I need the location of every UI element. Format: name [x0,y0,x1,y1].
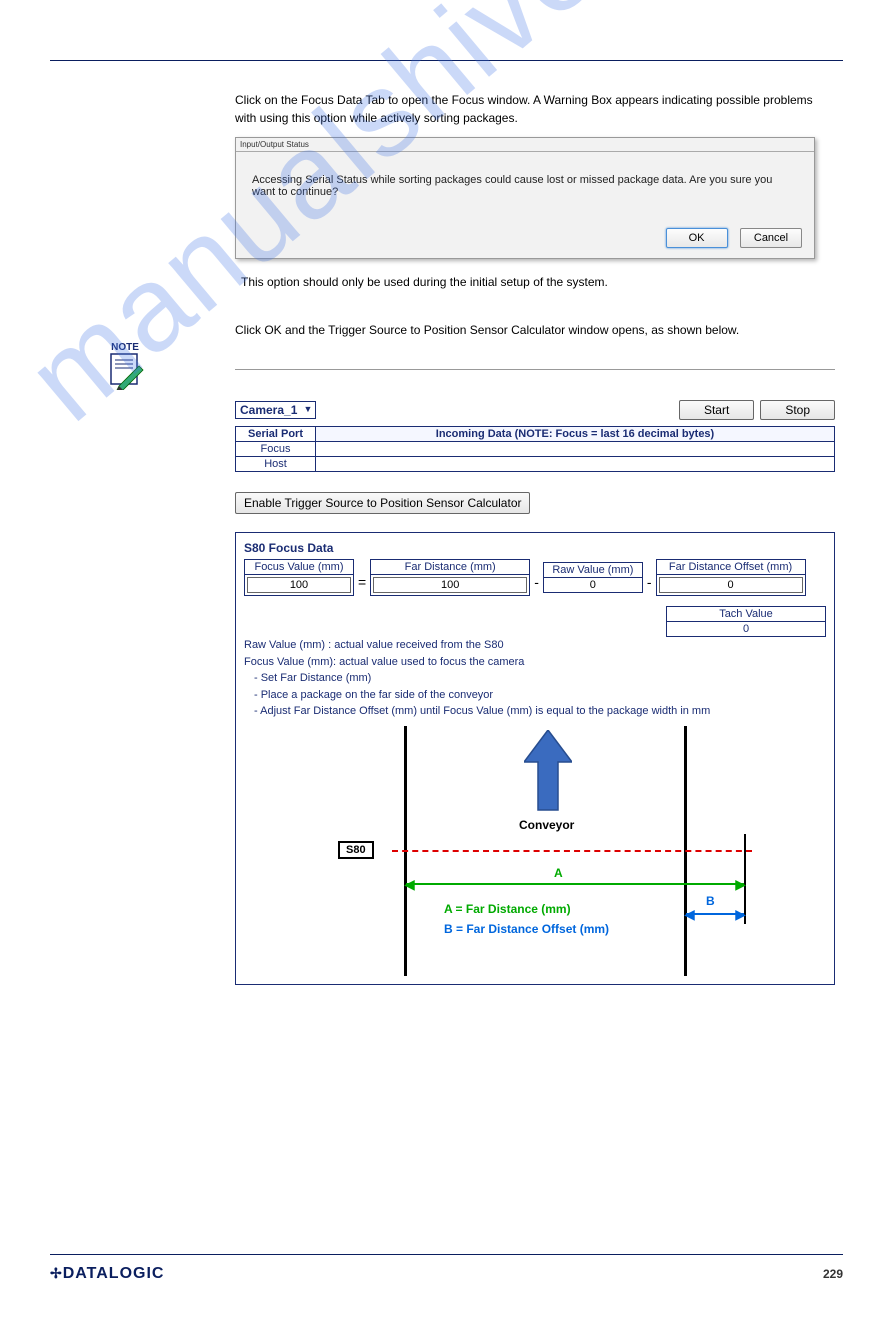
a-dimension-line: ◀▶ [406,878,744,890]
instr-sub2: - Place a package on the far side of the… [254,687,826,704]
page-number: 229 [823,1267,843,1281]
instr-line1: Raw Value (mm) : actual value received f… [244,637,826,654]
row-focus-value [316,442,835,457]
start-button[interactable]: Start [679,400,754,420]
dialog-title-strip: Input/Output Status [236,138,814,152]
row-focus-label: Focus [236,442,316,457]
dialog-body-text: Accessing Serial Status while sorting pa… [236,152,814,220]
row-host-value [316,457,835,472]
enable-trigger-button[interactable]: Enable Trigger Source to Position Sensor… [235,492,530,514]
note-text: This option should only be used during t… [235,273,835,291]
serial-port-header: Serial Port [236,427,316,442]
tach-value: 0 [667,622,825,636]
equals-op: = [356,574,368,590]
raw-value-label: Raw Value (mm) [544,563,642,578]
row-host-label: Host [236,457,316,472]
tach-label: Tach Value [667,607,825,622]
far-distance-label: Far Distance (mm) [371,560,529,575]
arrow-up-icon [524,730,572,821]
conveyor-label: Conveyor [519,818,574,832]
ok-button[interactable]: OK [666,228,728,248]
sensor-line [392,850,752,852]
s80-title: S80 Focus Data [244,541,826,555]
focus-value-label: Focus Value (mm) [245,560,353,575]
stop-button[interactable]: Stop [760,400,835,420]
warning-dialog: Input/Output Status Accessing Serial Sta… [235,137,815,259]
legend-a: A = Far Distance (mm) [444,902,571,916]
incoming-data-table: Serial Port Incoming Data (NOTE: Focus =… [235,426,835,472]
intro-paragraph: Click on the Focus Data Tab to open the … [235,91,835,127]
s80-box: S80 [338,841,374,859]
cancel-button[interactable]: Cancel [740,228,802,248]
page-footer: DATALOGIC 229 [50,1254,843,1283]
minus-op-1: - [532,574,541,590]
b-label: B [706,894,715,908]
s80-panel: S80 Focus Data Focus Value (mm) 100 = Fa… [235,532,835,985]
conveyor-diagram: Conveyor S80 ◀▶ A ◀▶ B A = Far Distance … [244,726,826,976]
note-icon: NOTE [103,340,147,395]
incoming-data-header: Incoming Data (NOTE: Focus = last 16 dec… [316,427,835,442]
instr-sub3: - Adjust Far Distance Offset (mm) until … [254,703,826,720]
raw-value: 0 [544,578,642,592]
far-distance-input[interactable]: 100 [373,577,527,593]
b-dimension-line: ◀▶ [686,908,744,920]
instr-line2: Focus Value (mm): actual value used to f… [244,654,826,671]
instr-sub1: - Set Far Distance (mm) [254,670,826,687]
brand-logo: DATALOGIC [50,1265,164,1283]
camera-select[interactable]: Camera_1 [235,401,316,419]
a-label: A [554,866,563,880]
after-note-paragraph: Click OK and the Trigger Source to Posit… [235,321,835,339]
note-block: NOTE [60,340,190,395]
separator [235,369,835,370]
focus-value: 100 [247,577,351,593]
svg-text:NOTE: NOTE [111,342,139,353]
minus-op-2: - [645,574,654,590]
legend-b: B = Far Distance Offset (mm) [444,922,609,936]
far-offset-input[interactable]: 0 [659,577,803,593]
far-offset-label: Far Distance Offset (mm) [657,560,805,575]
tach-box: Tach Value 0 [666,606,826,637]
